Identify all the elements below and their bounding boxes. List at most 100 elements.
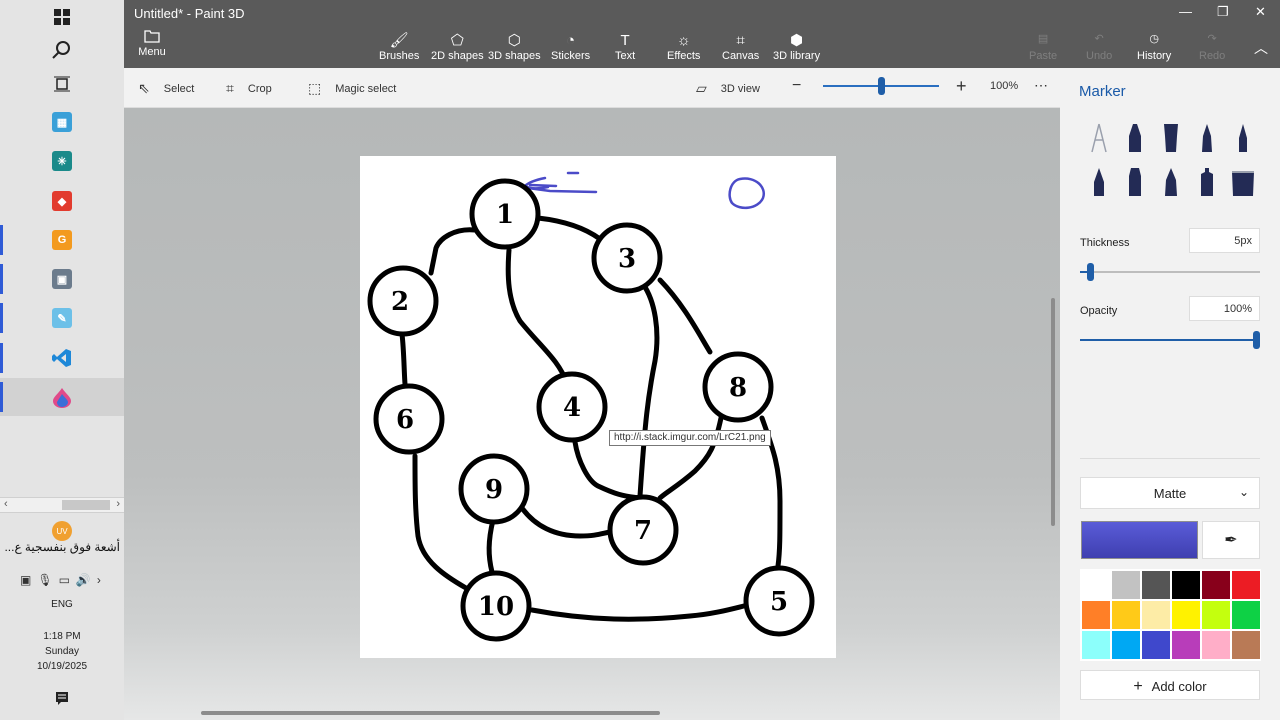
- pencil-icon[interactable]: [1086, 164, 1112, 198]
- microphone-icon[interactable]: 🎙: [37, 573, 52, 587]
- opacity-input[interactable]: 100%: [1189, 296, 1260, 321]
- minimize-icon[interactable]: —: [1179, 4, 1192, 19]
- scroll-right-icon[interactable]: ›: [116, 498, 120, 510]
- toolbar: ⇖ Select ⌗ Crop ⬚ Magic select ▱ 3D view…: [124, 68, 1060, 108]
- spray-can-icon[interactable]: [1194, 164, 1220, 198]
- eraser-icon[interactable]: [1122, 164, 1148, 198]
- palette-swatch[interactable]: [1231, 630, 1261, 660]
- news-avatar[interactable]: UV: [52, 521, 72, 541]
- fill-bucket-icon[interactable]: [1230, 164, 1256, 198]
- paint3d-icon[interactable]: [50, 386, 74, 410]
- ribbon: Untitled* - Paint 3D Menu 🖌 Brushes ⬠ 2D…: [124, 0, 1280, 68]
- add-color-button[interactable]: + Add color: [1080, 670, 1260, 700]
- opacity-slider-thumb[interactable]: [1253, 331, 1260, 349]
- drawing-canvas[interactable]: 1 2 3 4 5 6 7 8 9 10: [360, 156, 836, 658]
- clock-time[interactable]: 1:18 PM: [0, 631, 124, 642]
- scroll-left-icon[interactable]: ‹: [4, 498, 8, 510]
- undo-button[interactable]: ↶ Undo: [1086, 32, 1112, 62]
- language-indicator[interactable]: ENG: [0, 599, 124, 610]
- news-widget-text[interactable]: أشعة فوق بنفسجية ع...: [4, 540, 120, 554]
- effects-button[interactable]: ☼ Effects: [667, 32, 700, 62]
- teal-app-icon[interactable]: ✳: [50, 149, 74, 173]
- thickness-slider-thumb[interactable]: [1087, 263, 1094, 281]
- clock-date[interactable]: 10/19/2025: [0, 661, 124, 672]
- volume-icon[interactable]: 🔊: [76, 573, 91, 587]
- magic-select-icon: ⬚: [308, 80, 322, 96]
- 3d-view-toggle[interactable]: ▱ 3D view: [696, 80, 760, 97]
- zoom-slider-thumb[interactable]: [877, 77, 885, 95]
- 2d-shapes-button[interactable]: ⬠ 2D shapes: [431, 32, 484, 62]
- palette-swatch[interactable]: [1111, 570, 1141, 600]
- watercolor-icon[interactable]: [1194, 120, 1220, 154]
- vertical-scrollbar[interactable]: [1051, 298, 1055, 526]
- palette-swatch[interactable]: [1171, 600, 1201, 630]
- palette-swatch[interactable]: [1231, 600, 1261, 630]
- vscode-icon[interactable]: [50, 346, 74, 370]
- close-icon[interactable]: ✕: [1255, 4, 1266, 20]
- 3d-library-button[interactable]: ⬢ 3D library: [773, 32, 820, 62]
- collapse-ribbon-icon[interactable]: ︿: [1254, 38, 1268, 58]
- zoom-out-icon[interactable]: −: [792, 77, 801, 95]
- crayon-icon[interactable]: [1158, 164, 1184, 198]
- text-button[interactable]: T Text: [615, 32, 635, 62]
- cursor-icon: ⇖: [138, 80, 150, 96]
- zoom-in-icon[interactable]: +: [956, 76, 967, 97]
- finish-dropdown[interactable]: Matte ⌄: [1080, 477, 1260, 509]
- palette-swatch[interactable]: [1141, 630, 1171, 660]
- crop-tool[interactable]: ⌗ Crop: [226, 80, 272, 97]
- store-app-icon[interactable]: ▦: [50, 110, 74, 134]
- notification-icon[interactable]: [50, 686, 74, 710]
- more-options-icon[interactable]: ⋯: [1034, 77, 1048, 94]
- stickers-button[interactable]: ◔ Stickers: [551, 32, 590, 62]
- chevron-right-icon[interactable]: ›: [97, 573, 101, 587]
- scroll-thumb[interactable]: [62, 500, 110, 510]
- anydesk-icon[interactable]: ◆: [50, 189, 74, 213]
- canvas-button[interactable]: ⌗ Canvas: [722, 32, 759, 62]
- magic-select-tool[interactable]: ⬚ Magic select: [308, 80, 396, 97]
- network-icon[interactable]: ▣: [20, 573, 31, 587]
- battery-icon[interactable]: ▭: [59, 573, 70, 587]
- palette-swatch[interactable]: [1081, 600, 1111, 630]
- url-tooltip: http://i.stack.imgur.com/LrC21.png: [609, 430, 771, 446]
- palette-swatch[interactable]: [1141, 600, 1171, 630]
- notes-app-icon[interactable]: ✎: [50, 306, 74, 330]
- palette-swatch[interactable]: [1201, 570, 1231, 600]
- history-button[interactable]: ◷ History: [1137, 32, 1171, 62]
- redo-button[interactable]: ↷ Redo: [1199, 32, 1225, 62]
- 3d-library-label: 3D library: [773, 50, 821, 62]
- marker-icon[interactable]: [1122, 120, 1148, 154]
- restore-icon[interactable]: ❐: [1217, 4, 1229, 20]
- orange-app-icon[interactable]: G: [50, 228, 74, 252]
- eyedropper-button[interactable]: ✒: [1202, 521, 1260, 559]
- opacity-slider-fill[interactable]: [1080, 339, 1256, 341]
- clock-day[interactable]: Sunday: [0, 646, 124, 657]
- pixel-pen-icon[interactable]: [1230, 120, 1256, 154]
- horizontal-scrollbar[interactable]: [201, 711, 660, 715]
- select-tool[interactable]: ⇖ Select: [138, 80, 194, 97]
- palette-swatch[interactable]: [1201, 600, 1231, 630]
- brushes-button[interactable]: 🖌 Brushes: [379, 32, 419, 62]
- task-view-icon[interactable]: [50, 72, 74, 96]
- edge-9-7: [519, 505, 613, 539]
- camera-app-icon[interactable]: ▣: [50, 267, 74, 291]
- palette-swatch[interactable]: [1111, 630, 1141, 660]
- search-icon[interactable]: [50, 38, 74, 62]
- palette-swatch[interactable]: [1081, 570, 1111, 600]
- thickness-slider-track[interactable]: [1080, 271, 1260, 273]
- palette-swatch[interactable]: [1231, 570, 1261, 600]
- palette-swatch[interactable]: [1201, 630, 1231, 660]
- palette-swatch[interactable]: [1171, 570, 1201, 600]
- palette-swatch[interactable]: [1141, 570, 1171, 600]
- oil-brush-icon[interactable]: [1158, 120, 1184, 154]
- palette-swatch[interactable]: [1171, 630, 1201, 660]
- paste-button[interactable]: ▤ Paste: [1029, 32, 1057, 62]
- 3d-shapes-button[interactable]: ⬡ 3D shapes: [488, 32, 541, 62]
- taskbar-scrollbar[interactable]: ‹ ›: [0, 497, 124, 513]
- menu-button[interactable]: Menu: [136, 30, 168, 58]
- current-color-swatch[interactable]: [1081, 521, 1198, 559]
- calligraphy-pen-icon[interactable]: [1086, 120, 1112, 154]
- palette-swatch[interactable]: [1111, 600, 1141, 630]
- windows-start-icon[interactable]: [50, 5, 74, 29]
- palette-swatch[interactable]: [1081, 630, 1111, 660]
- thickness-input[interactable]: 5px: [1189, 228, 1260, 253]
